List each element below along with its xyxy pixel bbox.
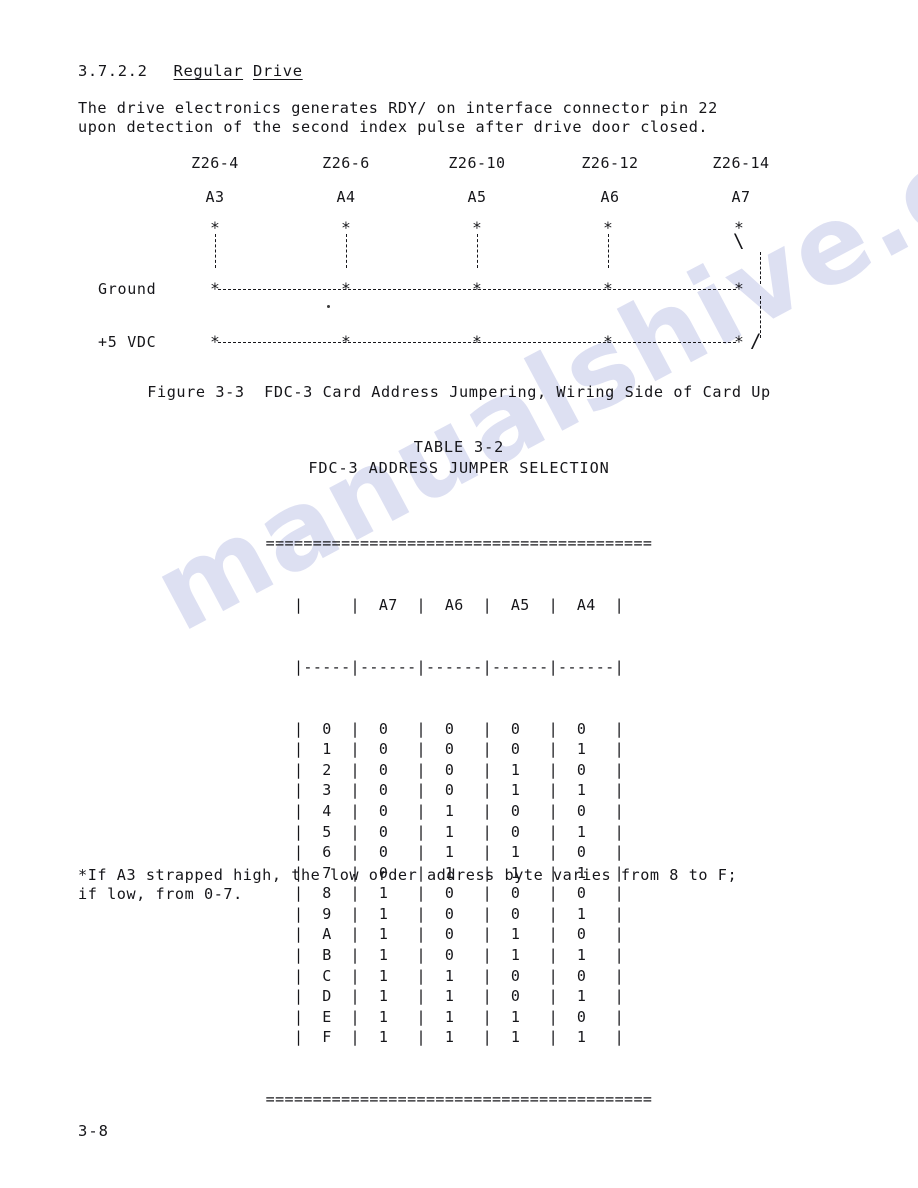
pin-label-z26-14: Z26-14 [712,154,770,172]
page-number: 3-8 [78,1122,109,1140]
section-number: 3.7.2.2 [78,62,148,80]
vcc-row-label: +5 VDC [98,333,157,351]
figure-caption: Figure 3-3 FDC-3 Card Address Jumpering,… [147,383,771,401]
address-label-a4: A4 [336,188,356,206]
address-label-a3: A3 [205,188,225,206]
document-page: manualshive.com 3.7.2.2 Regular Drive The… [0,0,918,1188]
table-title-line-2: FDC-3 ADDRESS JUMPER SELECTION [308,459,610,477]
pin-label-z26-12: Z26-12 [581,154,639,172]
paragraph-line-1: The drive electronics generates RDY/ on … [78,99,718,117]
address-label-a6: A6 [600,188,620,206]
table-row: | D | 1 | 1 | 0 | 1 | [293,987,625,1006]
return-bus-upper [760,252,763,284]
ground-node-a4: * [341,279,351,298]
section-title-word-1: Regular [173,62,244,80]
table-title: TABLE 3-2 FDC-3 ADDRESS JUMPER SELECTION [0,437,918,479]
table-row: | B | 1 | 0 | 1 | 1 | [293,946,625,965]
ground-node-a6: * [603,279,613,298]
table-border-top: ========================================… [265,534,653,553]
table-row: | 4 | 0 | 1 | 0 | 0 | [293,801,625,820]
jumper-strap-a6 [608,234,611,268]
vcc-node-a4: * [341,332,351,351]
section-title-word-2: Drive [253,62,303,80]
branch-forwardslash-vcc: / [750,330,762,352]
table-row: | A | 1 | 0 | 1 | 0 | [293,925,625,944]
table-row: | 3 | 0 | 0 | 1 | 1 | [293,781,625,800]
footnote-line-1: *If A3 strapped high, the low order addr… [78,866,738,884]
body-paragraph: The drive electronics generates RDY/ on … [78,99,718,137]
jumper-strap-a3 [215,234,218,268]
vcc-node-a3: * [210,332,220,351]
vcc-node-a5: * [472,332,482,351]
table-border-bottom: ========================================… [265,1090,653,1109]
branch-backslash-a7: \ [733,230,745,252]
table-row: | 5 | 0 | 1 | 0 | 1 | [293,822,625,841]
address-label-a7: A7 [731,188,751,206]
jumper-strap-a5 [477,234,480,268]
table-row: | 9 | 1 | 0 | 0 | 1 | [293,904,625,923]
pin-label-z26-6: Z26-6 [322,154,370,172]
wiring-diagram: Z26-4 Z26-6 Z26-10 Z26-12 Z26-14 A3 A4 A… [78,150,878,365]
table-row: | 1 | 0 | 0 | 0 | 1 | [293,740,625,759]
table-row: | 0 | 0 | 0 | 0 | 0 | [293,719,625,738]
table-row: | 6 | 0 | 1 | 1 | 0 | [293,843,625,862]
pin-label-z26-4: Z26-4 [191,154,239,172]
address-label-a5: A5 [467,188,487,206]
table-title-line-1: TABLE 3-2 [413,438,505,456]
table-header-row: | | A7 | A6 | A5 | A4 | [293,595,625,614]
scan-speck [327,305,330,308]
address-jumper-table: ========================================… [0,492,918,1151]
ground-node-a5: * [472,279,482,298]
vcc-node-a6: * [603,332,613,351]
table-row: | 2 | 0 | 0 | 1 | 0 | [293,760,625,779]
paragraph-line-2: upon detection of the second index pulse… [78,118,709,136]
vcc-node-a7: * [734,332,744,351]
ground-node-a3: * [210,279,220,298]
footnote: *If A3 strapped high, the low order addr… [78,866,737,904]
ground-row-label: Ground [98,280,157,298]
jumper-strap-a4 [346,234,349,268]
ground-node-a7: * [734,279,744,298]
table-row: | C | 1 | 1 | 0 | 0 | [293,966,625,985]
footnote-line-2: if low, from 0-7. [78,885,243,903]
section-heading: 3.7.2.2 Regular Drive [78,62,303,80]
pin-label-z26-10: Z26-10 [448,154,506,172]
table-separator-row: |-----|------|------|------|------| [293,657,625,676]
table-row: | F | 1 | 1 | 1 | 1 | [293,1028,625,1047]
table-row: | E | 1 | 1 | 1 | 0 | [293,1007,625,1026]
